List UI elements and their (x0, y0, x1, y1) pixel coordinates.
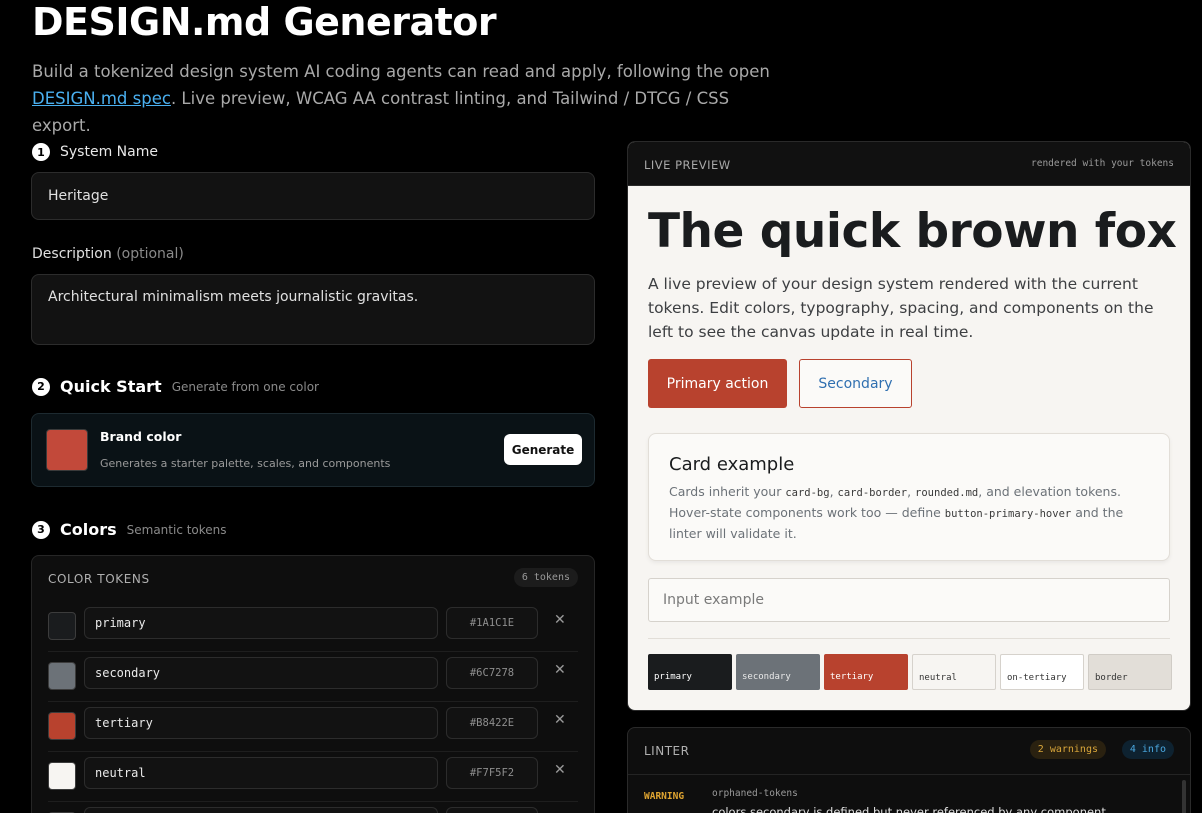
preview-label: LIVE PREVIEW (644, 158, 731, 172)
step-system-name: 1 System Name (32, 143, 158, 161)
step-label: Colors (60, 520, 117, 539)
primary-action-button[interactable]: Primary action (648, 359, 787, 408)
remove-token-icon[interactable]: ✕ (554, 712, 566, 728)
token-chip: on-tertiary (1000, 654, 1084, 690)
token-hex-input[interactable] (446, 807, 538, 813)
linter-panel: LINTER 2 warnings 4 info WARNING orphane… (627, 727, 1191, 813)
token-row (48, 802, 578, 813)
token-swatch[interactable] (48, 612, 76, 640)
token-swatch[interactable] (48, 662, 76, 690)
page-subtitle: Build a tokenized design system AI codin… (32, 58, 772, 139)
linter-heading: LINTER (644, 744, 690, 758)
design-md-spec-link[interactable]: DESIGN.md spec (32, 89, 171, 108)
tokens-count-badge: 6 tokens (513, 568, 578, 587)
live-preview-panel: LIVE PREVIEW rendered with your tokens T… (627, 141, 1191, 711)
info-badge[interactable]: 4 info (1121, 740, 1174, 759)
token-name-input[interactable]: tertiary (84, 707, 438, 739)
step-number: 3 (32, 520, 50, 539)
token-name-input[interactable]: secondary (84, 657, 438, 689)
token-row: secondary #6C7278 ✕ (48, 652, 578, 702)
token-hex-input[interactable]: #B8422E (446, 707, 538, 739)
linter-scrollbar[interactable] (1182, 780, 1186, 813)
preview-header: LIVE PREVIEW rendered with your tokens (628, 142, 1190, 186)
token-hex-input[interactable]: #6C7278 (446, 657, 538, 689)
step-number: 2 (32, 377, 50, 396)
card-code: card-border (837, 487, 908, 499)
step-label: System Name (60, 144, 158, 160)
step-label: Quick Start (60, 377, 162, 396)
remove-token-icon[interactable]: ✕ (554, 662, 566, 678)
linter-divider (628, 774, 1190, 775)
description-label: Description (optional) (32, 246, 184, 262)
card-text-part: Cards inherit your (669, 484, 786, 499)
token-name-input[interactable]: primary (84, 607, 438, 639)
preview-hero-heading: The quick brown fox (648, 204, 1177, 259)
card-example: Card example Cards inherit your card-bg,… (648, 433, 1170, 561)
token-swatch[interactable] (48, 712, 76, 740)
brand-color-title: Brand color (100, 429, 182, 444)
brand-color-swatch[interactable] (46, 429, 88, 471)
system-name-input[interactable]: Heritage (31, 172, 595, 220)
token-row: neutral #F7F5F2 ✕ (48, 752, 578, 802)
token-chip: tertiary (824, 654, 908, 690)
card-text-part: , (829, 484, 838, 499)
step-hint: Generate from one color (171, 379, 319, 394)
step-hint: Semantic tokens (126, 522, 227, 537)
remove-token-icon[interactable]: ✕ (554, 612, 566, 628)
token-swatch[interactable] (48, 762, 76, 790)
token-name-input[interactable]: neutral (84, 757, 438, 789)
description-label-text: Description (32, 246, 112, 262)
color-tokens-heading: COLOR TOKENS (48, 572, 150, 586)
step-colors: 3 Colors Semantic tokens (32, 520, 227, 539)
preview-note: rendered with your tokens (1031, 158, 1174, 169)
subtitle-text-before: Build a tokenized design system AI codin… (32, 62, 770, 81)
token-chips: primary secondary tertiary neutral on-te… (648, 654, 1172, 690)
card-code: rounded.md (915, 487, 979, 499)
card-text: Cards inherit your card-bg, card-border,… (669, 482, 1159, 544)
token-chip: border (1088, 654, 1172, 690)
optional-label: (optional) (116, 246, 184, 262)
token-name-input[interactable] (84, 807, 438, 813)
brand-color-box: Brand color Generates a starter palette,… (31, 413, 595, 487)
generate-button[interactable]: Generate (504, 434, 582, 465)
warnings-badge[interactable]: 2 warnings (1029, 740, 1106, 759)
step-number: 1 (32, 143, 50, 161)
lint-rule-code: orphaned-tokens (712, 788, 798, 799)
token-hex-input[interactable]: #F7F5F2 (446, 757, 538, 789)
lint-severity-tag: WARNING (644, 791, 685, 802)
token-chip: primary (648, 654, 732, 690)
page-title: DESIGN.md Generator (32, 0, 497, 44)
card-title: Card example (669, 454, 795, 475)
card-text-part: , (907, 484, 916, 499)
token-chip: secondary (736, 654, 820, 690)
token-row: tertiary #B8422E ✕ (48, 702, 578, 752)
description-textarea[interactable]: Architectural minimalism meets journalis… (31, 274, 595, 345)
step-quick-start: 2 Quick Start Generate from one color (32, 377, 319, 396)
preview-divider (648, 638, 1170, 639)
secondary-button[interactable]: Secondary (799, 359, 912, 408)
color-tokens-panel: COLOR TOKENS 6 tokens primary #1A1C1E ✕ … (31, 555, 595, 813)
token-row: primary #1A1C1E ✕ (48, 602, 578, 652)
preview-paragraph: A live preview of your design system ren… (648, 275, 1154, 341)
card-code: button-primary-hover (944, 508, 1072, 520)
lint-message: colors.secondary is defined but never re… (712, 805, 1110, 813)
remove-token-icon[interactable]: ✕ (554, 762, 566, 778)
brand-color-description: Generates a starter palette, scales, and… (100, 457, 391, 470)
token-chip: neutral (912, 654, 996, 690)
token-hex-input[interactable]: #1A1C1E (446, 607, 538, 639)
card-code: card-bg (785, 487, 830, 499)
input-example[interactable]: Input example (648, 578, 1170, 622)
